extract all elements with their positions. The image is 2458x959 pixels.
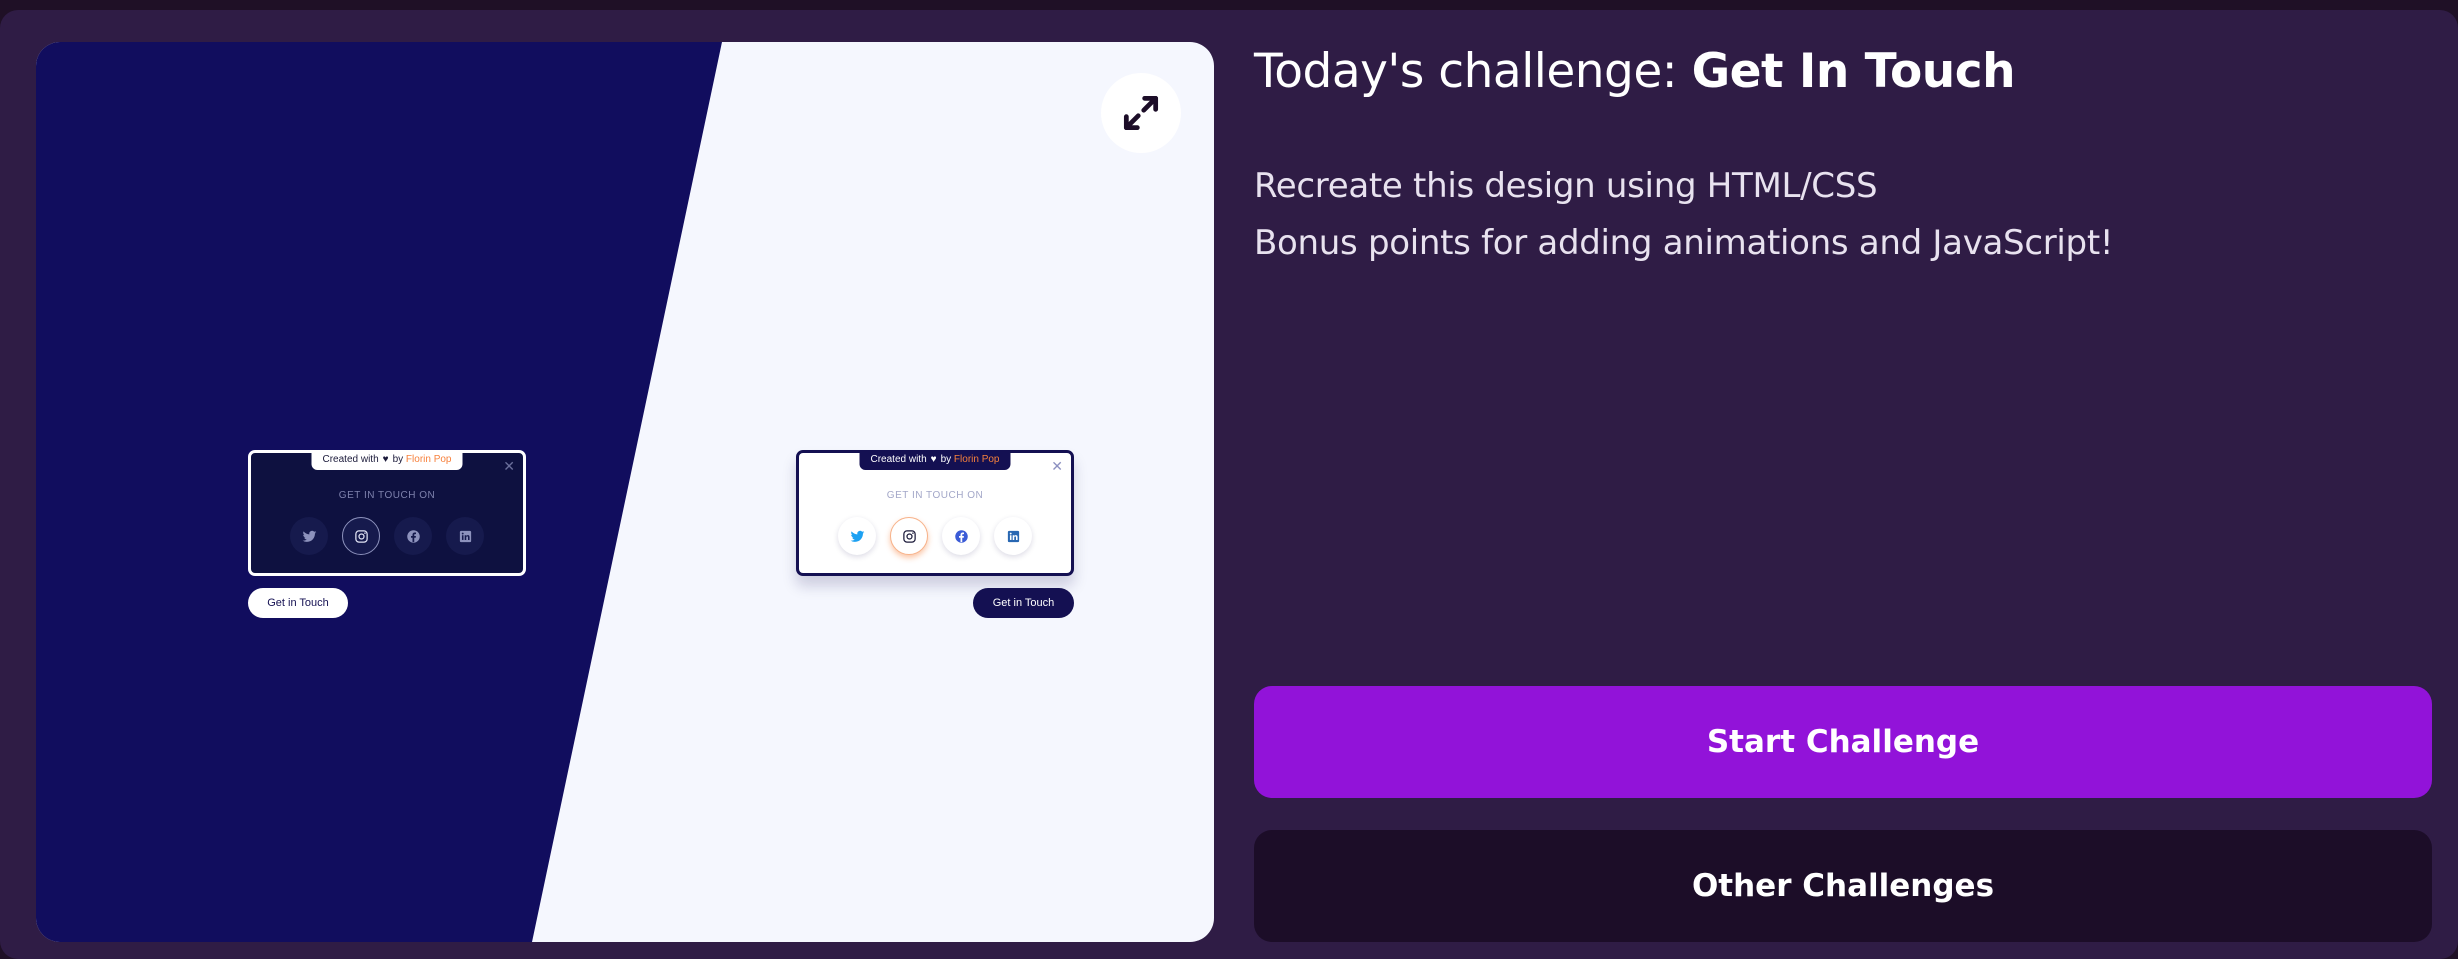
instagram-icon (890, 517, 928, 555)
expand-arrows-icon (1123, 95, 1159, 131)
light-get-in-touch-button: Get in Touch (973, 588, 1074, 618)
close-icon: ✕ (503, 458, 515, 474)
dark-get-in-touch-button: Get in Touch (248, 588, 348, 618)
card-label: GET IN TOUCH ON (886, 490, 984, 501)
challenge-name: Get In Touch (1691, 44, 2016, 99)
linkedin-icon (994, 517, 1032, 555)
credit-author: Florin Pop (953, 454, 1000, 465)
heart-icon: ♥ (930, 454, 937, 465)
instagram-icon (342, 517, 380, 555)
design-preview: Created with ♥ by Florin Pop ✕ GET IN TOUC… (36, 42, 1214, 942)
heart-icon: ♥ (382, 454, 389, 465)
dark-social-card: Created with ♥ by Florin Pop ✕ GET IN TOUC… (248, 450, 526, 576)
close-icon: ✕ (1051, 458, 1063, 474)
challenge-description: Recreate this design using HTML/CSS Bonu… (1254, 158, 2114, 272)
twitter-icon (838, 517, 876, 555)
challenge-title: Today's challenge: Get In Touch (1254, 44, 2016, 99)
linkedin-icon (446, 517, 484, 555)
credit-text: Created with (322, 454, 379, 465)
other-challenges-button[interactable]: Other Challenges (1254, 830, 2432, 942)
credit-text: Created with (870, 454, 927, 465)
twitter-icon (290, 517, 328, 555)
credit-tab: Created with ♥ by Florin Pop (311, 450, 463, 470)
social-row (251, 517, 523, 555)
card-label: GET IN TOUCH ON (338, 490, 436, 501)
description-line-1: Recreate this design using HTML/CSS (1254, 166, 1878, 206)
credit-tab: Created with ♥ by Florin Pop (859, 450, 1011, 470)
credit-author: Florin Pop (405, 454, 452, 465)
description-line-2: Bonus points for adding animations and J… (1254, 223, 2114, 263)
facebook-icon (942, 517, 980, 555)
credit-by: by (940, 454, 952, 465)
expand-preview-button[interactable] (1101, 73, 1181, 153)
start-challenge-button[interactable]: Start Challenge (1254, 686, 2432, 798)
title-prefix: Today's challenge: (1254, 44, 1678, 99)
credit-by: by (392, 454, 404, 465)
social-row (799, 517, 1071, 555)
light-social-card: Created with ♥ by Florin Pop ✕ GET IN TOUC… (796, 450, 1074, 576)
facebook-icon (394, 517, 432, 555)
